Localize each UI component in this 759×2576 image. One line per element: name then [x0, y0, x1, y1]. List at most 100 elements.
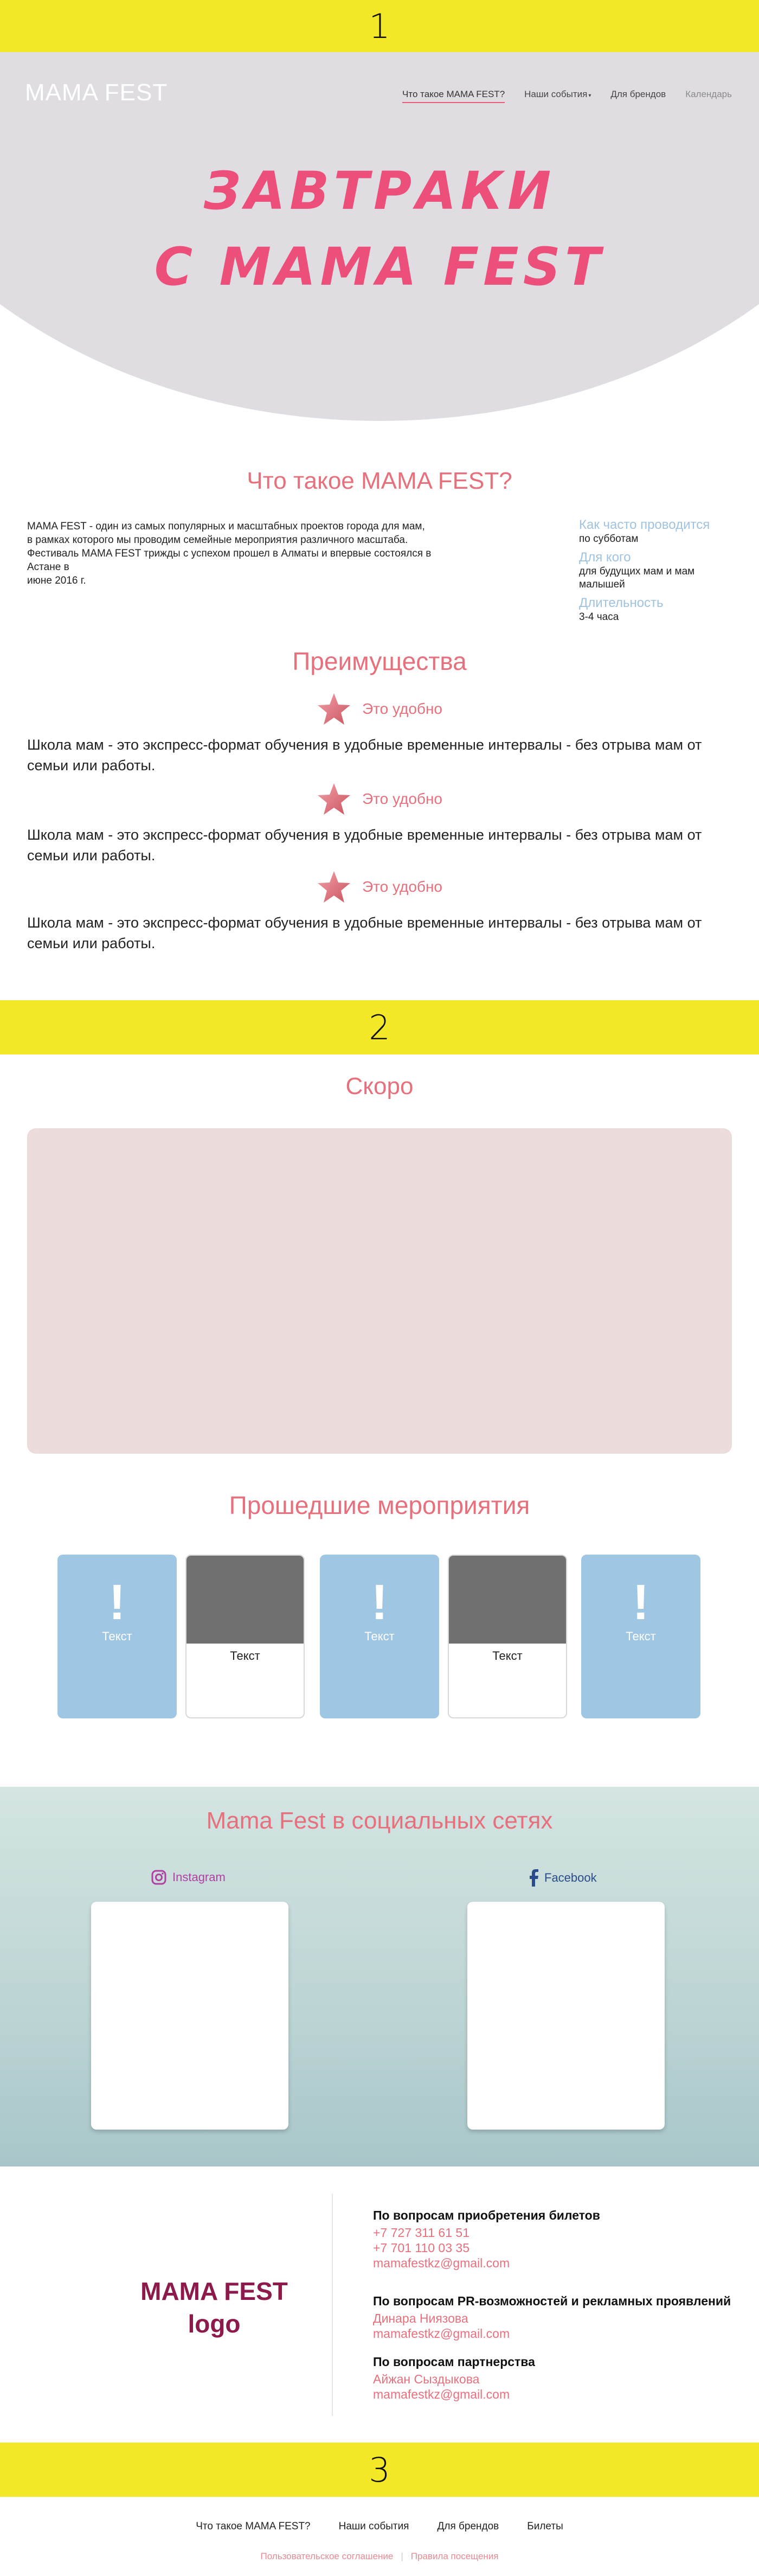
image-placeholder-icon: !	[108, 1575, 126, 1630]
footer-nav: Что такое MAMA FEST? Наши события Для бр…	[0, 2521, 759, 2533]
fact-question: Как часто проводится	[579, 517, 710, 532]
footer-nav-tickets[interactable]: Билеты	[527, 2521, 563, 2533]
advantages-title: Преимущества	[292, 647, 467, 675]
footer: Что такое MAMA FEST? Наши события Для бр…	[0, 2497, 759, 2576]
band-number: 3	[369, 2450, 390, 2490]
footer-nav-about[interactable]: Что такое MAMA FEST?	[196, 2521, 310, 2533]
contact-group-pr: По вопросам PR-возможностей и рекламных …	[373, 2293, 752, 2341]
contact-heading: По вопросам партнерства	[373, 2355, 535, 2369]
advantage-item: Это удобно Школа мам - это экспресс-форм…	[27, 870, 732, 954]
contact-email[interactable]: mamafestkz@gmail.com	[373, 2326, 752, 2341]
event-card[interactable]: Текст	[185, 1555, 305, 1718]
fact-answer: по субботам	[579, 533, 639, 545]
footer-nav-brands[interactable]: Для брендов	[437, 2521, 499, 2533]
user-agreement-link[interactable]: Пользовательское соглашение	[261, 2551, 394, 2561]
about-desc-line: июне 2016 г.	[27, 575, 86, 586]
nav-item-about[interactable]: Что такое MAMA FEST?	[402, 89, 505, 103]
band-number: 1	[369, 6, 390, 46]
site-logo[interactable]: MAMA FEST	[25, 79, 168, 106]
nav-item-calendar[interactable]: Календарь	[685, 89, 732, 103]
event-card-image	[449, 1556, 566, 1644]
event-card[interactable]: ! Текст	[57, 1555, 177, 1718]
social-title: Mama Fest в социальных сетях	[206, 1807, 553, 1834]
event-card[interactable]: ! Текст	[581, 1555, 700, 1718]
nav-item-events[interactable]: Наши события ▾	[524, 89, 591, 103]
visit-rules-link[interactable]: Правила посещения	[411, 2551, 499, 2561]
divider	[332, 2194, 333, 2416]
facebook-link[interactable]: Facebook	[528, 1869, 597, 1887]
about-description: MAMA FEST - один из самых популярных и м…	[27, 520, 515, 587]
contact-group-tickets: По вопросам приобретения билетов +7 727 …	[373, 2208, 752, 2271]
contact-email[interactable]: mamafestkz@gmail.com	[373, 2255, 752, 2271]
about-desc-line: в рамках которого мы проводим семейные м…	[27, 534, 408, 546]
contacts-section: MAMA FEST logo По вопросам приобретения …	[0, 2166, 759, 2443]
footer-logo-line: MAMA FEST	[140, 2277, 288, 2305]
contact-phone[interactable]: +7 727 311 61 51	[373, 2225, 752, 2240]
about-desc-line: MAMA FEST - один из самых популярных и м…	[27, 521, 425, 532]
band-number: 2	[369, 1007, 390, 1047]
star-icon	[317, 871, 350, 903]
facebook-label: Facebook	[544, 1871, 597, 1884]
event-card-text: Текст	[102, 1629, 132, 1643]
section-number-band: 1	[0, 0, 759, 52]
separator: |	[401, 2551, 403, 2561]
hero-section: MAMA FEST Что такое MAMA FEST? Наши собы…	[0, 52, 759, 432]
star-icon	[317, 693, 350, 725]
star-icon	[317, 783, 350, 815]
instagram-label: Instagram	[172, 1870, 226, 1884]
past-events-title: Прошедшие мероприятия	[229, 1491, 530, 1519]
instagram-feed-widget[interactable]	[91, 1902, 288, 2130]
section-number-band: 3	[0, 2443, 759, 2497]
about-desc-line: Фестиваль MAMA FEST трижды с успехом про…	[27, 548, 432, 559]
fact-answer: для будущих мам и мам малышей	[579, 566, 695, 590]
chevron-down-icon: ▾	[588, 93, 591, 99]
advantage-text: Школа мам - это экспресс-формат обучения…	[27, 827, 702, 864]
advantage-heading: Это удобно	[362, 790, 443, 807]
facebook-icon	[530, 1869, 538, 1887]
advantage-item: Это удобно Школа мам - это экспресс-форм…	[27, 782, 732, 866]
fact-answer: 3-4 часа	[579, 611, 619, 623]
upcoming-events-placeholder	[27, 1128, 732, 1454]
main-nav: Что такое MAMA FEST? Наши события ▾ Для б…	[402, 89, 732, 103]
about-title: Что такое MAMA FEST?	[247, 468, 512, 494]
image-placeholder-icon: !	[371, 1575, 388, 1630]
advantage-text: Школа мам - это экспресс-формат обучения…	[27, 915, 702, 951]
contact-person: Динара Ниязова	[373, 2311, 468, 2325]
contact-person: Айжан Сыздыкова	[373, 2372, 480, 2386]
hero-title-line-2: С MAMA FEST	[154, 236, 605, 297]
event-card-text: Текст	[626, 1629, 656, 1643]
hero-title-line-1: ЗАВТРАКИ	[203, 161, 556, 221]
about-facts: Как часто проводится по субботам Для ког…	[579, 517, 742, 628]
contact-group-partnership: По вопросам партнерства Айжан Сыздыкова …	[373, 2354, 752, 2402]
contact-heading: По вопросам приобретения билетов	[373, 2208, 600, 2222]
instagram-icon	[151, 1870, 166, 1885]
event-card-text: Текст	[492, 1649, 523, 1663]
advantage-item: Это удобно Школа мам - это экспресс-форм…	[27, 692, 732, 776]
contact-phone[interactable]: +7 701 110 03 35	[373, 2240, 752, 2255]
event-card-image	[186, 1556, 304, 1644]
fact-question: Для кого	[579, 550, 631, 565]
facebook-feed-widget[interactable]	[467, 1902, 665, 2130]
social-section: Mama Fest в социальных сетях Instagram F…	[0, 1787, 759, 2166]
footer-logo: MAMA FEST logo	[130, 2275, 298, 2340]
footer-logo-line: logo	[188, 2310, 241, 2338]
event-card[interactable]: Текст	[448, 1555, 567, 1718]
advantage-heading: Это удобно	[362, 700, 443, 717]
instagram-link[interactable]: Instagram	[151, 1869, 226, 1885]
contact-heading: По вопросам PR-возможностей и рекламных …	[373, 2294, 731, 2308]
image-placeholder-icon: !	[632, 1575, 649, 1630]
section-number-band: 2	[0, 1000, 759, 1054]
advantage-text: Школа мам - это экспресс-формат обучения…	[27, 737, 702, 774]
event-card[interactable]: ! Текст	[320, 1555, 439, 1718]
nav-item-brands[interactable]: Для брендов	[610, 89, 666, 103]
advantage-heading: Это удобно	[362, 878, 443, 895]
event-card-text: Текст	[230, 1649, 260, 1663]
about-desc-line: Астане в	[27, 561, 69, 573]
contact-email[interactable]: mamafestkz@gmail.com	[373, 2387, 752, 2402]
upcoming-title: Скоро	[345, 1073, 414, 1100]
event-card-text: Текст	[364, 1629, 395, 1643]
nav-item-events-label: Наши события	[524, 89, 588, 99]
footer-legal: Пользовательское соглашение | Правила посе…	[0, 2551, 759, 2562]
footer-nav-events[interactable]: Наши события	[339, 2521, 409, 2533]
fact-question: Длительность	[579, 596, 664, 610]
